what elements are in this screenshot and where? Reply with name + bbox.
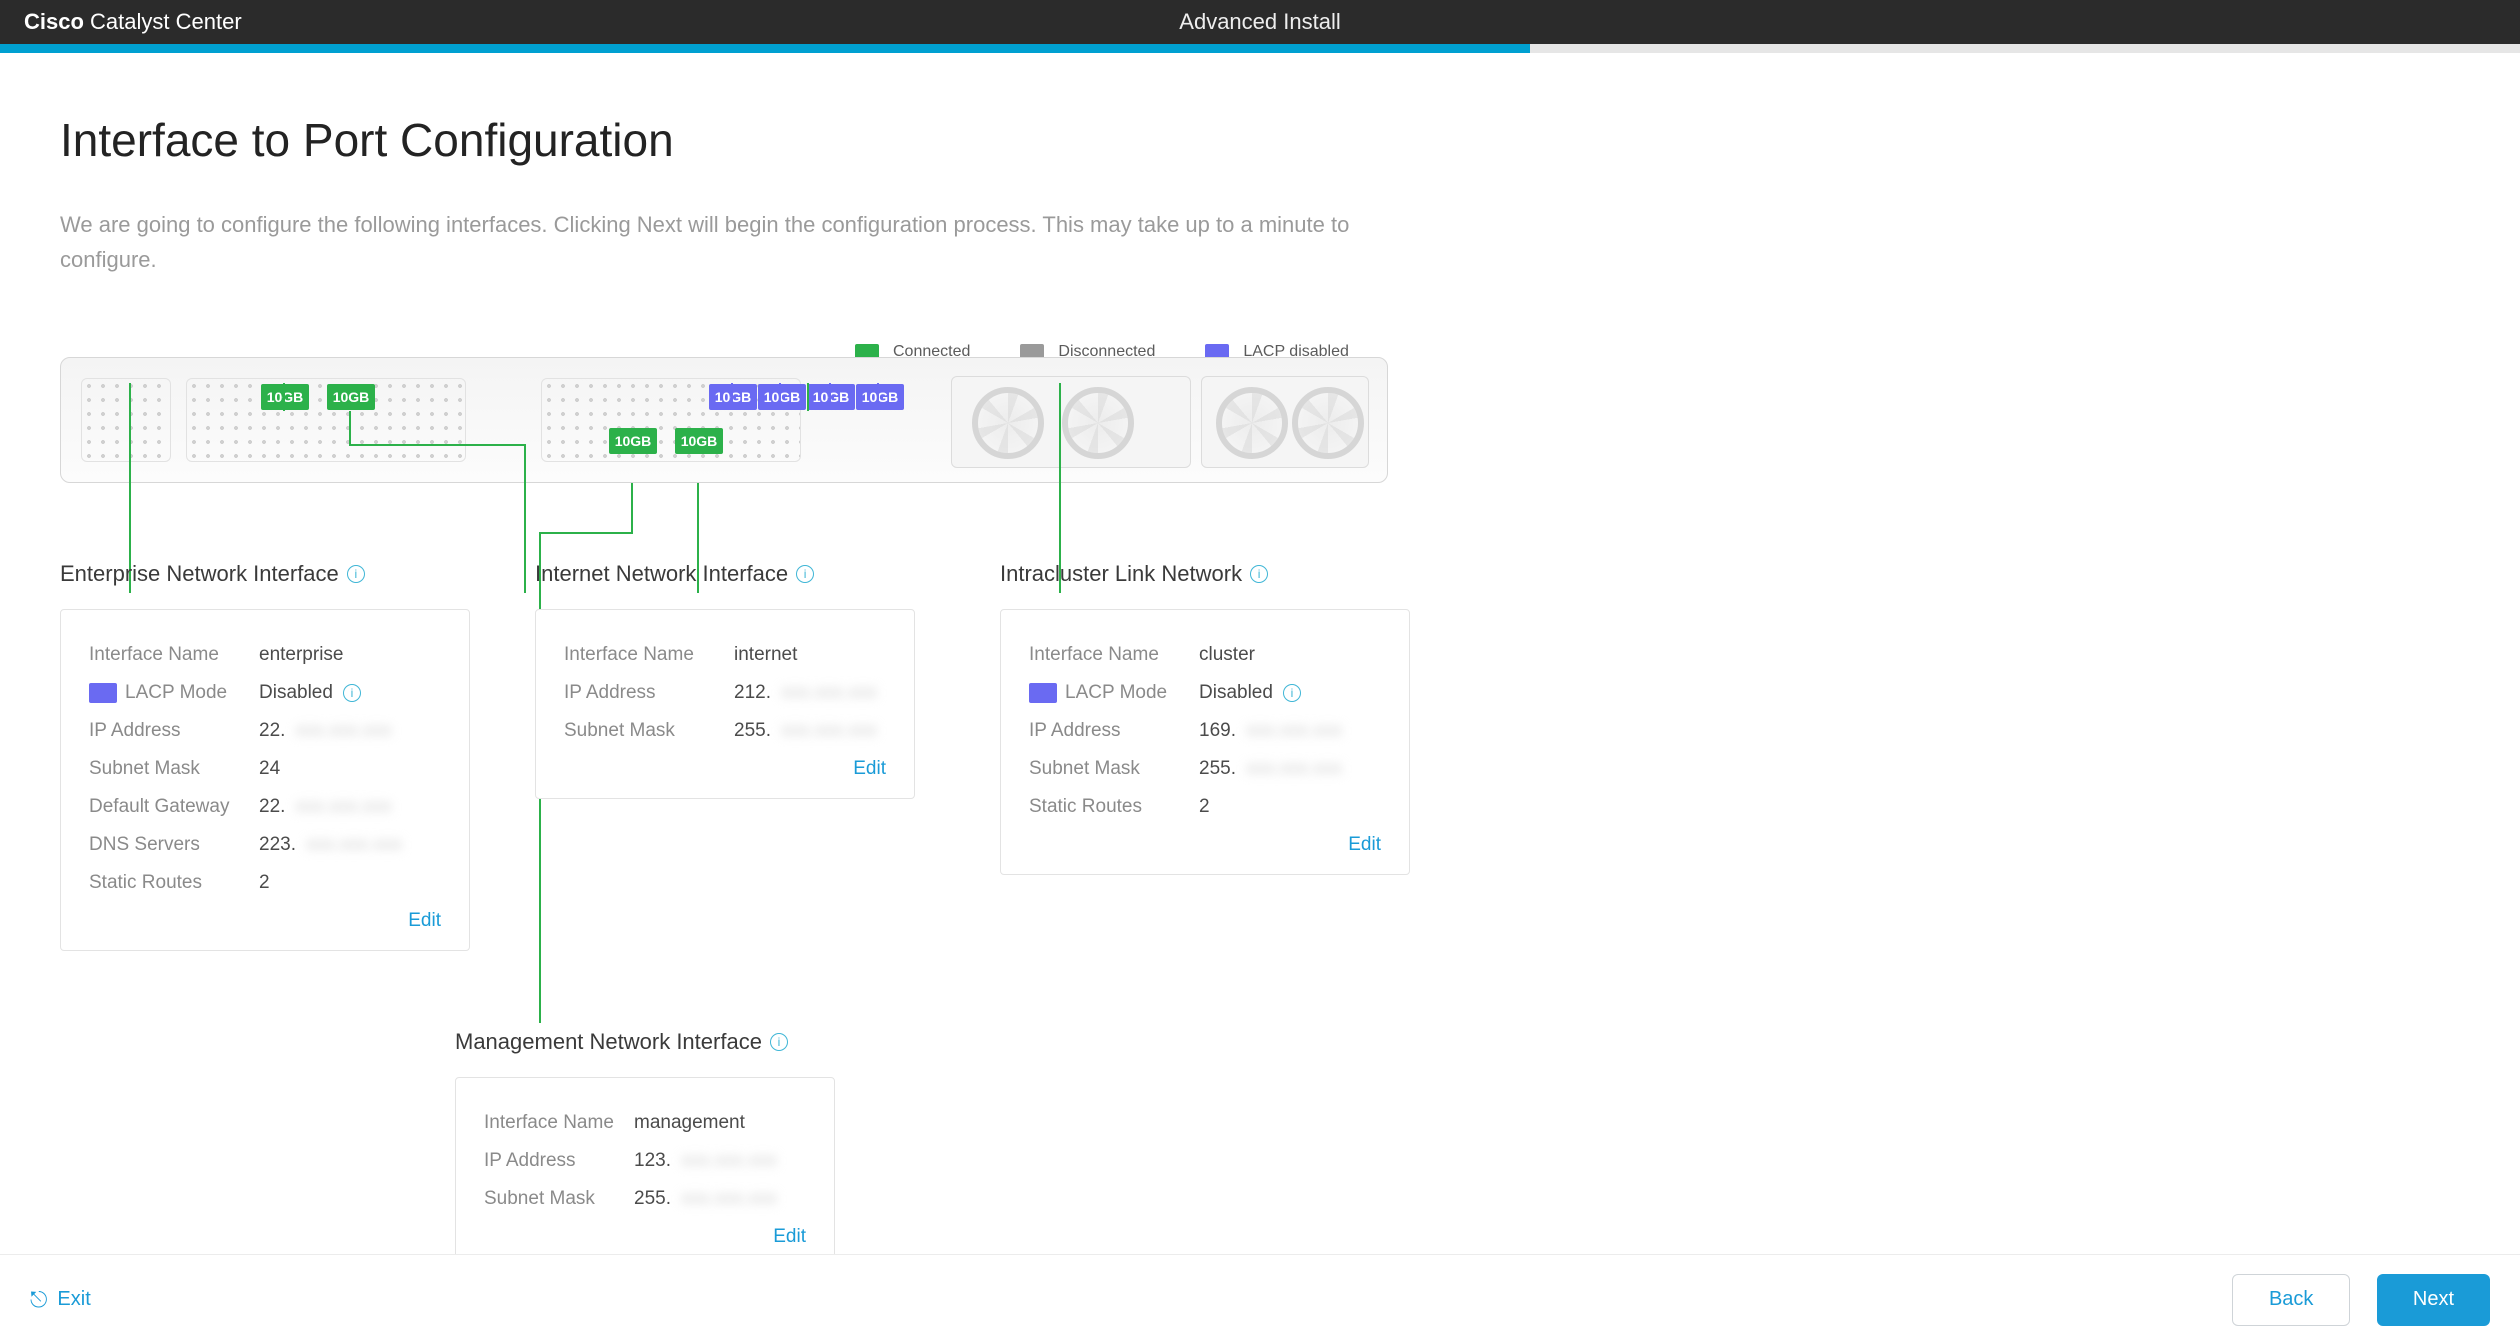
- port-cluster-4: 10GB: [856, 384, 904, 410]
- internet-edit-link[interactable]: Edit: [853, 758, 886, 779]
- internet-title: Internet Network Interface: [535, 561, 788, 587]
- port-internet: 10GB: [609, 428, 657, 454]
- internet-card: Interface Nameinternet IP Address212.xxx…: [535, 609, 915, 799]
- enterprise-ip: 22.: [259, 720, 285, 742]
- management-title: Management Network Interface: [455, 1029, 762, 1055]
- page-description: We are going to configure the following …: [60, 207, 1380, 277]
- internet-section: Internet Network Interface i Interface N…: [535, 561, 915, 799]
- progress-fill: [0, 44, 1530, 53]
- enterprise-subnet: 24: [259, 758, 280, 780]
- port-enterprise-1: 10GB: [261, 384, 309, 410]
- back-button[interactable]: Back: [2232, 1274, 2350, 1326]
- brand-product: Catalyst Center: [90, 9, 242, 34]
- enterprise-section: Enterprise Network Interface i Interface…: [60, 561, 470, 1267]
- intracluster-edit-link[interactable]: Edit: [1348, 834, 1381, 855]
- internet-ip: 212.: [734, 682, 771, 704]
- management-card: Interface Namemanagement IP Address123.x…: [455, 1077, 835, 1267]
- brand: Cisco Catalyst Center: [24, 9, 242, 35]
- port-management: 10GB: [675, 428, 723, 454]
- intracluster-card: Interface Namecluster LACP ModeDisabledi…: [1000, 609, 1410, 875]
- intracluster-interface-name: cluster: [1199, 644, 1255, 666]
- page-title: Interface to Port Configuration: [60, 113, 2460, 167]
- next-button[interactable]: Next: [2377, 1274, 2490, 1326]
- progress-bar: [0, 44, 2520, 53]
- brand-cisco: Cisco: [24, 9, 84, 34]
- management-subnet: 255.: [634, 1188, 671, 1210]
- info-icon[interactable]: i: [343, 684, 361, 702]
- enterprise-title: Enterprise Network Interface: [60, 561, 339, 587]
- square-icon: [1029, 683, 1057, 703]
- intracluster-section: Intracluster Link Network i Interface Na…: [1000, 561, 1410, 1267]
- square-icon: [89, 683, 117, 703]
- app-header: Cisco Catalyst Center Advanced Install: [0, 0, 2520, 44]
- header-title: Advanced Install: [1179, 9, 1340, 35]
- appliance-diagram: 10GB 10GB 10GB 10GB 10GB 10GB 10GB 10GB: [60, 357, 1388, 483]
- internet-subnet: 255.: [734, 720, 771, 742]
- management-section: Management Network Interface i Interface…: [455, 1029, 915, 1267]
- info-icon[interactable]: i: [347, 565, 365, 583]
- exit-icon: ⎋: [30, 1287, 47, 1313]
- info-icon[interactable]: i: [1283, 684, 1301, 702]
- port-cluster-3: 10GB: [807, 384, 855, 410]
- intracluster-title: Intracluster Link Network: [1000, 561, 1242, 587]
- enterprise-static-routes-link[interactable]: 2: [259, 872, 270, 894]
- exit-button[interactable]: ⎋ Exit: [30, 1287, 91, 1313]
- footer: ⎋ Exit Back Next: [0, 1254, 2520, 1344]
- enterprise-dns: 223.: [259, 834, 296, 856]
- info-icon[interactable]: i: [1250, 565, 1268, 583]
- port-enterprise-2: 10GB: [327, 384, 375, 410]
- enterprise-interface-name: enterprise: [259, 644, 344, 666]
- intracluster-static-routes-link[interactable]: 2: [1199, 796, 1210, 818]
- enterprise-card: Interface Nameenterprise LACP ModeDisabl…: [60, 609, 470, 951]
- internet-interface-name: internet: [734, 644, 797, 666]
- info-icon[interactable]: i: [796, 565, 814, 583]
- intracluster-subnet: 255.: [1199, 758, 1236, 780]
- management-edit-link[interactable]: Edit: [773, 1226, 806, 1247]
- port-cluster-1: 10GB: [709, 384, 757, 410]
- intracluster-lacp-mode: Disabled: [1199, 682, 1273, 704]
- enterprise-edit-link[interactable]: Edit: [408, 910, 441, 931]
- info-icon[interactable]: i: [770, 1033, 788, 1051]
- enterprise-lacp-mode: Disabled: [259, 682, 333, 704]
- management-interface-name: management: [634, 1112, 745, 1134]
- intracluster-ip: 169.: [1199, 720, 1236, 742]
- port-cluster-2: 10GB: [758, 384, 806, 410]
- management-ip: 123.: [634, 1150, 671, 1172]
- enterprise-gateway: 22.: [259, 796, 285, 818]
